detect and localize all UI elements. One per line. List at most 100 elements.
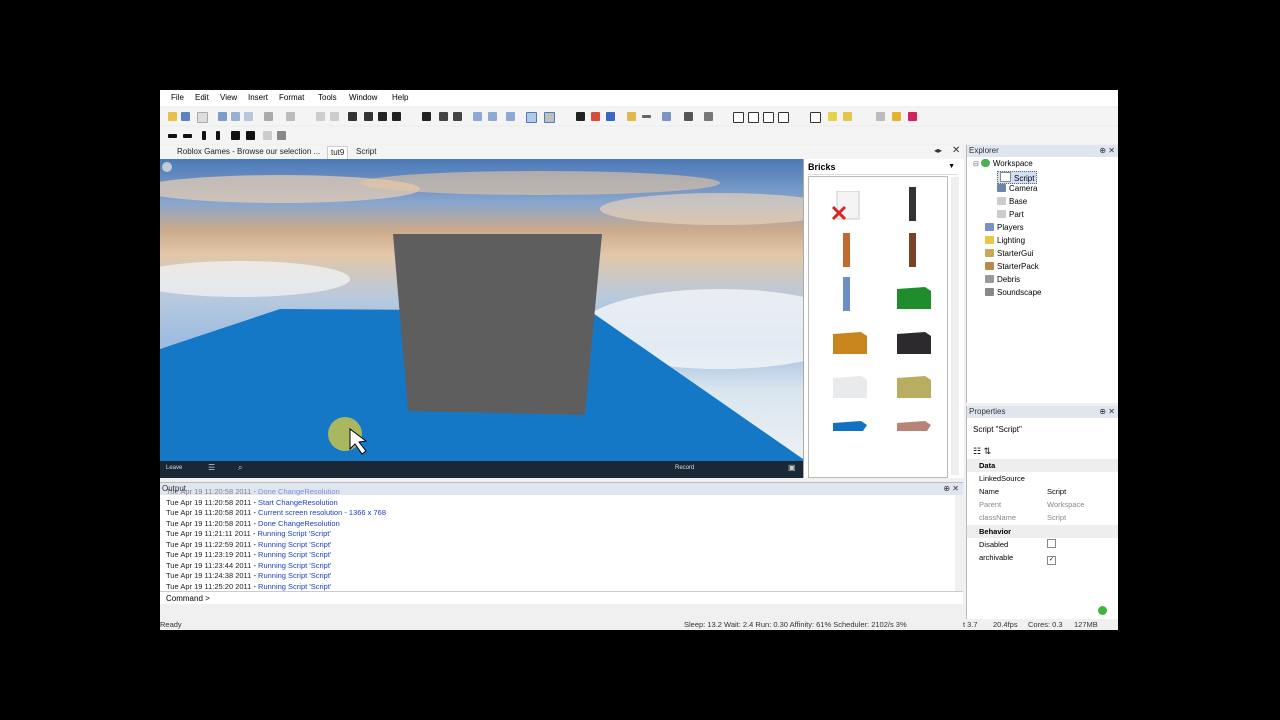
redo-icon[interactable] (286, 112, 295, 121)
prop-row-disabled[interactable]: Disabled (967, 538, 1118, 551)
brick-orange[interactable] (833, 328, 867, 354)
prop-row-linkedsource[interactable]: LinkedSource (967, 472, 1118, 485)
camera-pan-icon[interactable] (473, 112, 482, 121)
anchor-icon[interactable] (544, 112, 555, 123)
tab-script[interactable]: Script (353, 146, 379, 158)
menu-edit[interactable]: Edit (195, 93, 209, 102)
plate-pink[interactable] (897, 419, 931, 445)
arrow-left-icon[interactable] (168, 134, 177, 138)
truss-brick-dark[interactable] (897, 187, 929, 221)
brick-sand[interactable] (897, 372, 931, 398)
warning-icon[interactable] (828, 112, 837, 121)
paste-icon[interactable] (244, 112, 253, 121)
pin-close-icon[interactable]: ⊕ ✕ (943, 483, 959, 495)
undo-icon[interactable] (264, 112, 273, 121)
menu-file[interactable]: File (171, 93, 184, 102)
truss-brick-copper[interactable] (831, 233, 863, 267)
disabled-checkbox[interactable] (1047, 539, 1056, 548)
tree-item-lighting[interactable]: Lighting (985, 236, 1025, 245)
dropper-icon[interactable] (684, 112, 693, 121)
tree-item-script[interactable]: Script (997, 171, 1038, 184)
menu-help[interactable]: Help (392, 93, 408, 102)
new-icon[interactable] (168, 112, 177, 121)
arrow-right-icon[interactable] (183, 134, 192, 138)
menu-tools[interactable]: Tools (318, 93, 337, 102)
tree-item-players[interactable]: Players (985, 223, 1024, 232)
tree-item-startergui[interactable]: StarterGui (985, 249, 1033, 258)
box-icon[interactable] (733, 112, 744, 123)
section-behavior[interactable]: Behavior (967, 525, 1118, 538)
raise-icon[interactable] (231, 131, 240, 140)
pointer-icon[interactable] (422, 112, 431, 121)
box-search-icon[interactable] (810, 112, 821, 123)
command-bar[interactable]: Command > (160, 591, 963, 604)
prop-row-archivable[interactable]: archivable ✓ (967, 551, 1118, 565)
leave-button[interactable]: Leave (166, 465, 182, 471)
camera-tilt-icon[interactable] (488, 112, 497, 121)
menu-format[interactable]: Format (279, 93, 304, 102)
brick-green[interactable] (897, 283, 931, 309)
select-icon[interactable] (576, 112, 585, 121)
surface-icon[interactable] (704, 112, 713, 121)
collapse-icon[interactable]: ⊟ (973, 161, 979, 168)
arrow-up-icon[interactable] (202, 131, 206, 140)
tree-item-workspace[interactable]: ⊟ Workspace (973, 159, 1033, 168)
toolbox-scrollbar[interactable] (951, 177, 959, 475)
menu-icon[interactable]: ☰ (208, 463, 215, 472)
open-icon[interactable] (197, 112, 208, 123)
copy-icon[interactable] (231, 112, 240, 121)
tree-item-camera[interactable]: Camera (997, 184, 1037, 193)
sort-icons[interactable]: ☷ ⇅ (973, 446, 991, 457)
delete-tool-icon[interactable] (831, 190, 863, 221)
move-down-icon[interactable] (392, 112, 401, 121)
tab-roblox-games[interactable]: Roblox Games - Browse our selection ... (174, 146, 323, 158)
tree-item-debris[interactable]: Debris (985, 275, 1020, 284)
pin-close-icon[interactable]: ⊕ ✕ (1099, 145, 1115, 157)
grid-icon[interactable] (263, 131, 272, 140)
3d-viewport[interactable]: Leave ☰ ⌕ Record ▣ (160, 159, 803, 478)
help-icon[interactable] (162, 162, 172, 172)
box-select-icon[interactable] (748, 112, 759, 123)
rotate-icon[interactable] (439, 112, 448, 121)
pin-close-icon[interactable]: ⊕ ✕ (1099, 406, 1115, 418)
tree-item-starterpack[interactable]: StarterPack (985, 262, 1039, 271)
menu-window[interactable]: Window (349, 93, 377, 102)
tree-item-part[interactable]: Part (997, 210, 1024, 219)
resize-icon[interactable] (453, 112, 462, 121)
truss-brick-rust[interactable] (897, 233, 929, 267)
camera-zoom-icon[interactable] (506, 112, 515, 121)
section-data[interactable]: Data (967, 459, 1118, 472)
record-button[interactable]: Record (675, 465, 694, 471)
tree-item-base[interactable]: Base (997, 197, 1027, 206)
flat-icon[interactable] (642, 115, 651, 118)
hand-icon[interactable] (627, 112, 636, 121)
box-x-icon[interactable] (763, 112, 774, 123)
rotate-right-icon[interactable] (364, 112, 373, 121)
zoom-icon[interactable]: ⌕ (238, 463, 242, 473)
expand-icon[interactable] (277, 131, 286, 140)
group-icon[interactable] (316, 112, 325, 121)
move-tool-icon[interactable] (591, 112, 600, 121)
close-tab-icon[interactable]: ✕ (952, 145, 960, 156)
prop-row-name[interactable]: Name Script (967, 485, 1118, 498)
brick-white[interactable] (833, 372, 867, 398)
prop-row-classname[interactable]: className Script (967, 511, 1118, 524)
arrow-down-icon[interactable] (216, 131, 220, 140)
gray-brick-part[interactable] (393, 234, 602, 415)
archivable-checkbox[interactable]: ✓ (1047, 556, 1056, 565)
axis-icon[interactable] (606, 112, 615, 121)
save-icon[interactable] (181, 112, 190, 121)
pause-icon[interactable] (892, 112, 901, 121)
prop-row-parent[interactable]: Parent Workspace (967, 498, 1118, 511)
cut-icon[interactable] (218, 112, 227, 121)
box-list-icon[interactable] (778, 112, 789, 123)
brick-black[interactable] (897, 328, 931, 354)
plate-blue[interactable] (833, 419, 867, 445)
fullscreen-icon[interactable]: ▣ (788, 463, 796, 472)
stop-icon[interactable] (908, 112, 917, 121)
tree-item-soundscape[interactable]: Soundscape (985, 288, 1041, 297)
paint-bucket-icon[interactable] (662, 112, 671, 121)
lock-icon[interactable] (526, 112, 537, 123)
rotate-left-icon[interactable] (348, 112, 357, 121)
play-icon[interactable] (876, 112, 885, 121)
